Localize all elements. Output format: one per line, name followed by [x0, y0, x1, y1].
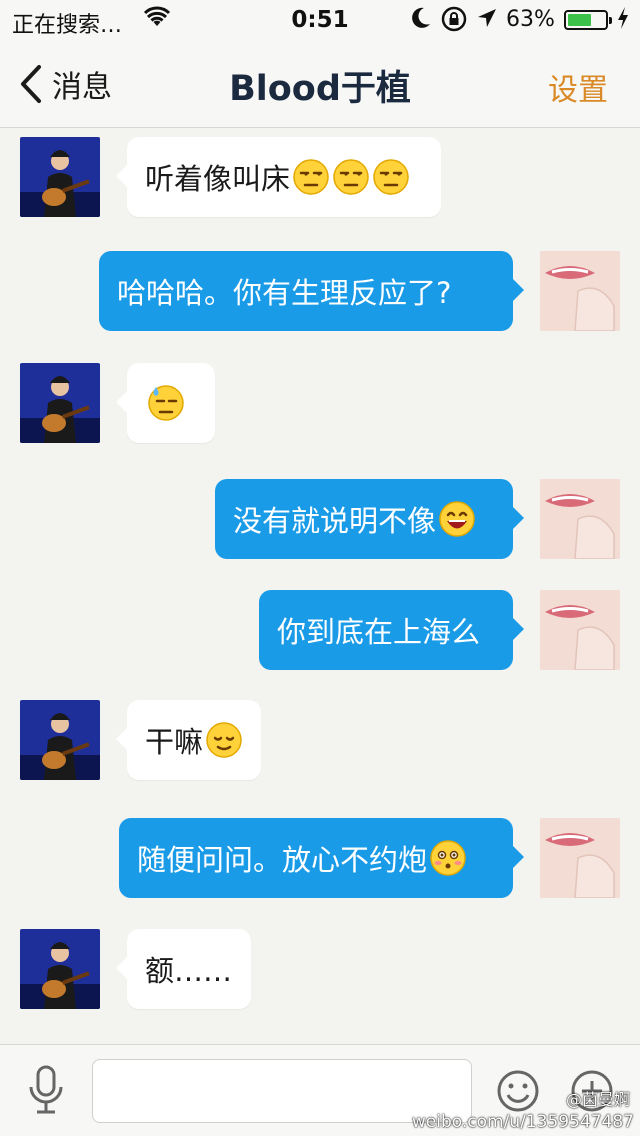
- message-text: 没有就说明不像: [233, 504, 437, 538]
- input-bar: @菌曼婀 weibo.com/u/1359547487: [0, 1044, 640, 1136]
- incoming-message-bubble[interactable]: 干嘛: [116, 700, 261, 780]
- chevron-left-icon: [21, 65, 41, 103]
- avatar-lips-photo: [540, 818, 620, 898]
- my-avatar[interactable]: [540, 251, 620, 331]
- contact-avatar[interactable]: [20, 700, 100, 780]
- message-row: [0, 363, 640, 445]
- back-button[interactable]: 消息: [18, 62, 112, 106]
- settings-button[interactable]: 设置: [548, 65, 608, 109]
- unamused-emoji: [373, 159, 409, 195]
- avatar-guitarist-photo: [20, 929, 100, 1009]
- my-avatar[interactable]: [540, 818, 620, 898]
- wifi-icon: [143, 6, 171, 34]
- avatar-lips-photo: [540, 251, 620, 331]
- message-text: 听着像叫床: [145, 162, 291, 196]
- avatar-lips-photo: [540, 590, 620, 670]
- message-emoji-group: [290, 158, 410, 196]
- message-text: 随便问问。放心不约炮: [137, 843, 428, 877]
- avatar-lips-photo: [540, 479, 620, 559]
- outgoing-message-bubble[interactable]: 随便问问。放心不约炮: [119, 818, 524, 898]
- incoming-message-bubble[interactable]: [116, 363, 215, 443]
- battery-percent: 63%: [506, 7, 555, 32]
- shy-emoji: [430, 840, 466, 876]
- message-row: 干嘛: [0, 700, 640, 782]
- smiley-icon: [497, 1070, 539, 1112]
- avatar-guitarist-photo: [20, 363, 100, 443]
- contact-avatar[interactable]: [20, 363, 100, 443]
- laughing-emoji: [439, 501, 475, 537]
- voice-button[interactable]: [24, 1065, 68, 1117]
- unamused-emoji: [293, 159, 329, 195]
- message-emoji-group: [436, 500, 476, 538]
- unamused-emoji: [333, 159, 369, 195]
- contact-avatar[interactable]: [20, 929, 100, 1009]
- message-emoji-group: [203, 721, 243, 759]
- message-row: 听着像叫床: [0, 137, 640, 219]
- message-emoji-group: [427, 839, 467, 877]
- emoji-button[interactable]: [496, 1069, 540, 1113]
- cold-sweat-emoji: [148, 385, 184, 421]
- do-not-disturb-icon: [410, 6, 432, 36]
- location-arrow-icon: [476, 7, 498, 35]
- outgoing-message-bubble[interactable]: 你到底在上海么: [259, 590, 524, 670]
- carrier-label: 正在搜索…: [12, 13, 123, 38]
- my-avatar[interactable]: [540, 590, 620, 670]
- message-row: 你到底在上海么: [0, 590, 640, 672]
- message-row: 随便问问。放心不约炮: [0, 818, 640, 900]
- message-row: 额……: [0, 929, 640, 1011]
- outgoing-message-bubble[interactable]: 哈哈哈。你有生理反应了?: [99, 251, 524, 331]
- back-label: 消息: [52, 70, 112, 105]
- rotation-lock-icon: [441, 6, 467, 38]
- message-text: 哈哈哈。你有生理反应了?: [117, 276, 452, 310]
- message-row: 哈哈哈。你有生理反应了?: [0, 251, 640, 333]
- avatar-guitarist-photo: [20, 700, 100, 780]
- watermark-handle: @菌曼婀: [565, 1090, 630, 1109]
- contact-avatar[interactable]: [20, 137, 100, 217]
- my-avatar[interactable]: [540, 479, 620, 559]
- chat-screen: 正在搜索… 0:51 63% 消息 Blood于植 设置 听着像叫床 哈哈哈。你…: [0, 0, 640, 1136]
- message-text: 你到底在上海么: [277, 615, 481, 649]
- nav-bar: 消息 Blood于植 设置: [0, 40, 640, 128]
- message-list[interactable]: 听着像叫床哈哈哈。你有生理反应了? 没有就说明不像你到底在上海么干嘛随便问问。放心…: [0, 129, 640, 1044]
- battery-level: [568, 14, 591, 26]
- relieved-emoji: [206, 722, 242, 758]
- message-text: 额……: [145, 954, 233, 988]
- avatar-guitarist-photo: [20, 137, 100, 217]
- outgoing-message-bubble[interactable]: 没有就说明不像: [215, 479, 524, 559]
- incoming-message-bubble[interactable]: 额……: [116, 929, 251, 1009]
- microphone-icon: [29, 1065, 63, 1114]
- status-bar: 正在搜索… 0:51 63%: [0, 0, 640, 40]
- incoming-message-bubble[interactable]: 听着像叫床: [116, 137, 441, 217]
- message-emoji-group: [145, 384, 185, 422]
- battery-icon: [564, 10, 612, 30]
- watermark-url: weibo.com/u/1359547487: [411, 1112, 634, 1132]
- message-text: 干嘛: [145, 725, 204, 759]
- message-row: 没有就说明不像: [0, 479, 640, 561]
- charging-bolt-icon: [616, 6, 630, 36]
